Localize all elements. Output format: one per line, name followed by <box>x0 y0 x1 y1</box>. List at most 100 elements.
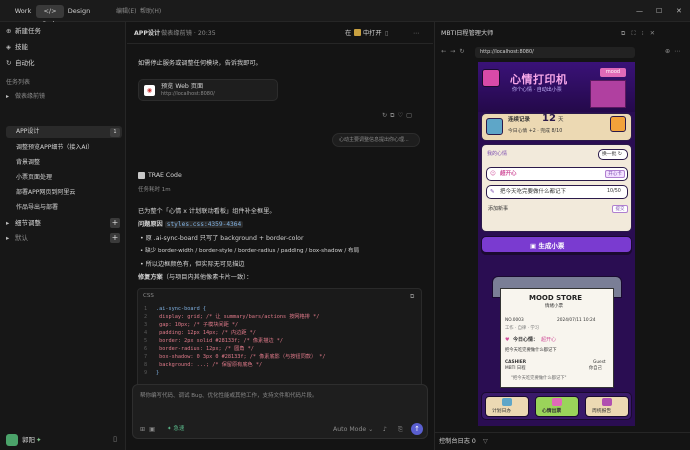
skills-button[interactable]: ◈ 技能 <box>6 42 28 52</box>
code-line-9: 9} <box>144 370 160 376</box>
mood-tag: mood <box>600 68 626 77</box>
menu-help[interactable]: 帮助(H) <box>140 5 161 18</box>
bullet-1-text: 原 .ai-sync-board 只写了 background + border… <box>145 235 304 242</box>
code-lang: CSS <box>143 293 154 299</box>
preview-title: MBTI日程管理大师 <box>441 30 494 37</box>
add-task-plus-icon[interactable]: + <box>110 218 120 228</box>
message-action-icons[interactable]: ↻⧉♡▢ <box>382 111 415 120</box>
bullet-3: • 所以边框颜色有，但实际无可见描边 <box>140 261 245 268</box>
app-title: 心情打印机 <box>510 73 568 86</box>
add-task-label[interactable]: 添加新事 <box>488 205 508 213</box>
problem-label: 问题原因 <box>138 221 163 228</box>
code-line-6: 6 border-radius: 12px; /* 圆角 */ <box>144 346 254 352</box>
close-window-button[interactable]: ✕ <box>676 5 682 18</box>
mic-icon[interactable]: ♪ <box>383 425 387 434</box>
task-item-4[interactable]: 部署APP网页到阿里云 <box>16 188 75 198</box>
nav-mood[interactable]: 心情出票 <box>535 396 579 417</box>
folder-icon: ▸ <box>6 93 10 100</box>
mood-value: 超开心 <box>500 171 517 177</box>
nav-plan-label: 计划日办 <box>492 409 512 414</box>
section-details-label: 细节调整 <box>15 219 41 227</box>
chat-input-box[interactable]: 帮你编写代码、调试 Bug、优化性能或其他工作，支持文件和代码片段。 ⊞▣ ✦ … <box>132 384 428 439</box>
receipt-task: 把今天吃完要做什么都记下 <box>505 348 557 353</box>
more-icon[interactable]: ⋯ <box>413 29 419 38</box>
add-default-plus-icon[interactable]: + <box>110 233 120 243</box>
copy-code-icon[interactable]: ⧉ <box>410 292 414 301</box>
pixel-cat-icon <box>482 69 500 87</box>
panel-toggle-icon[interactable]: ▯ <box>385 29 388 38</box>
minimize-button[interactable]: — <box>636 5 643 18</box>
report-icon <box>602 398 612 406</box>
checkin-days: 12 <box>542 113 556 124</box>
problem-file-link[interactable]: styles.css:4359-4364 <box>164 221 244 228</box>
generate-receipt-button[interactable]: ▣ 生成小票 <box>481 236 632 253</box>
task-item-1[interactable]: 调整预览APP细节（接入AI） <box>16 143 93 153</box>
receipt-mood: 超开心 <box>541 337 557 343</box>
bullet-2-text: 缺少 border-width / border-style / border-… <box>145 248 360 254</box>
code-line-8-text: background: ...; /* 保留原有底色 */ <box>156 362 263 368</box>
mode-select[interactable]: Auto Mode ⌄ <box>333 425 373 434</box>
console-bar[interactable]: 控制台日志 0 ▽ <box>435 432 690 450</box>
task-item-5[interactable]: 作品导出与部署 <box>16 203 58 213</box>
chat-subtitle: 做表缘前镜 · 20:35 <box>161 30 216 37</box>
chat-panel: APP设计 做表缘前镜 · 20:35 在 中打开 ▯ ⋯ 如需停止服务或调整任… <box>127 22 433 450</box>
nav-mood-label: 心情出票 <box>542 409 562 414</box>
send-button[interactable]: ↑ <box>411 423 423 435</box>
console-label: 控制台日志 0 <box>439 438 476 445</box>
browser-tool-icons[interactable]: ⊕⋯ <box>665 47 684 56</box>
receipt-subtitle: 情绪小票 <box>545 304 563 309</box>
fix-line: 修复方案（与项目内其他像素卡片一致）： <box>138 273 252 282</box>
nav-plan[interactable]: 计划日办 <box>485 396 529 417</box>
elapsed-time: 任务耗时 1m <box>138 187 171 193</box>
attach-icon[interactable]: ⎘ <box>398 425 403 434</box>
folder-icon: ▸ <box>6 234 10 242</box>
user-name: 郭阳 <box>22 436 35 444</box>
code-line-2-text: display: grid; /* 让 summary/bars/actions… <box>156 314 320 320</box>
design-mode-tab[interactable]: Design <box>66 5 92 18</box>
nav-report[interactable]: 周统报告 <box>585 396 629 417</box>
code-line-3: 3 gap: 10px; /* 子模块间距 */ <box>144 322 239 328</box>
mood-card-button[interactable]: 开心卡 <box>605 170 625 178</box>
maximize-button[interactable]: ☐ <box>656 5 662 18</box>
mood-board: 我的心情 换一批 ↻ ☺ 超开心 开心卡 ✎ 把今天吃完要做什么都记下 10/5… <box>481 144 632 232</box>
work-mode-tab[interactable]: Work <box>11 5 35 18</box>
add-task-submit[interactable]: 提交 <box>612 205 628 213</box>
browser-nav-icons[interactable]: ←→↻ <box>441 47 469 56</box>
preview-header-icons[interactable]: ⧉⛶⁝✕ <box>621 29 661 38</box>
preview-card[interactable]: ◉ 预览 Web 页面 http://localhost:8080/ <box>138 79 278 101</box>
sidebar-toggle-icon[interactable]: ▯ <box>110 435 120 445</box>
bullet-3-text: 所以边框颜色有，但实际无可见描边 <box>145 261 245 268</box>
code-mode-tab[interactable]: </> Code <box>36 5 64 28</box>
task-item-badge: 1 <box>110 128 120 137</box>
cashier-value: MBTI 日程 <box>505 366 526 371</box>
assistant-name: TRAE Code <box>148 172 182 179</box>
task-item-3[interactable]: 小票页面处理 <box>16 173 52 183</box>
section-details[interactable]: ▸ 细节调整 <box>6 218 41 228</box>
project-folder[interactable]: ▸ 做表缘前镜 <box>6 92 45 102</box>
refresh-button[interactable]: 换一批 ↻ <box>598 149 628 160</box>
task-text: 把今天吃完要做什么都记下 <box>500 189 567 195</box>
url-bar[interactable]: http://localhost:8080/ <box>475 47 635 58</box>
new-task-button[interactable]: ⊕ 新建任务 <box>6 26 41 36</box>
chat-header: APP设计 做表缘前镜 · 20:35 在 中打开 ▯ ⋯ <box>127 22 433 44</box>
menu-edit[interactable]: 编辑(E) <box>116 5 136 18</box>
project-label: 做表缘前镜 <box>15 93 46 100</box>
automation-button[interactable]: ↻ 自动化 <box>6 58 35 68</box>
task-item-0[interactable]: APP设计 <box>16 127 39 137</box>
user-message-bubble: 心动主要调整信息提出你心理... <box>332 133 420 147</box>
task-item-2[interactable]: 背景调整 <box>16 158 40 168</box>
skills-label: 技能 <box>15 43 28 51</box>
code-line-6-text: border-radius: 12px; /* 圆角 */ <box>156 346 254 352</box>
avatar[interactable] <box>6 434 18 446</box>
new-task-label: 新建任务 <box>15 27 41 35</box>
automation-icon: ↻ <box>6 59 12 67</box>
task-row[interactable]: ✎ 把今天吃完要做什么都记下 10/50 <box>486 185 628 199</box>
mood-row[interactable]: ☺ 超开心 开心卡 <box>486 167 628 181</box>
section-default[interactable]: ▸ 默认 <box>6 233 28 243</box>
mode-tag[interactable]: ✦ 急速 <box>167 425 184 434</box>
console-filter-icon[interactable]: ▽ <box>483 437 488 446</box>
mood-section-label: 我的心情 <box>487 151 508 157</box>
folder-icon: ▸ <box>6 219 10 227</box>
input-tool-icons[interactable]: ⊞▣ <box>140 425 159 434</box>
open-button[interactable]: 中打开 <box>363 29 382 38</box>
